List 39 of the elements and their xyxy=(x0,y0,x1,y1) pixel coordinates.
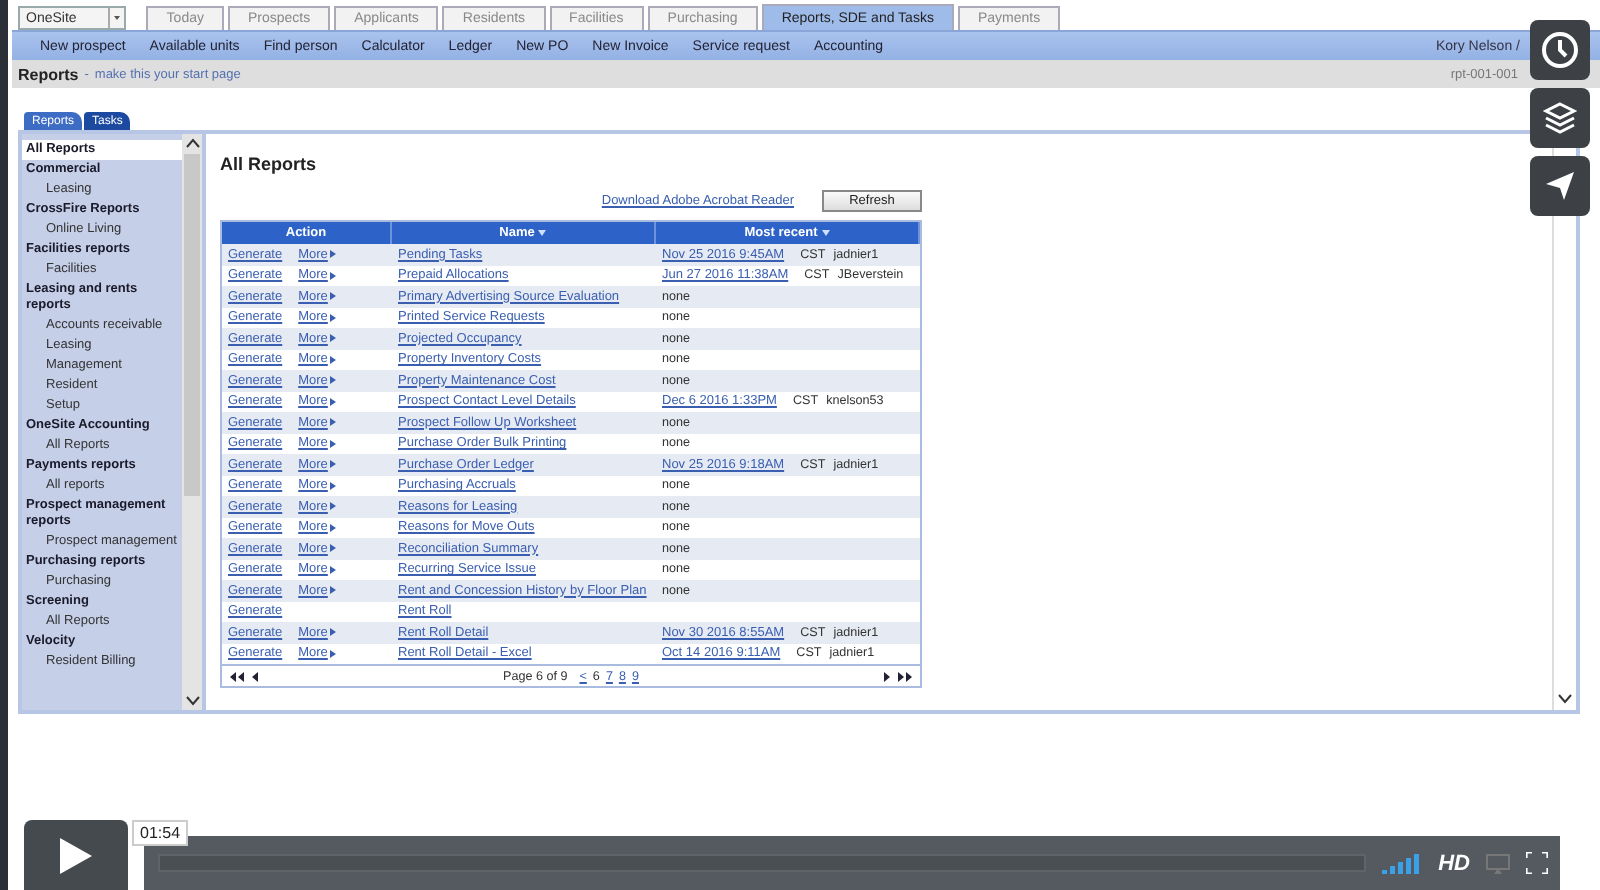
caret-icon xyxy=(114,16,121,20)
scroll-down-icon[interactable] xyxy=(185,696,199,706)
triangle-icon xyxy=(329,418,336,427)
next-page-icon[interactable] xyxy=(884,671,890,681)
volume-icon[interactable] xyxy=(1382,852,1423,874)
first-page-icon[interactable] xyxy=(230,671,244,681)
play-icon xyxy=(60,837,92,873)
triangle-icon xyxy=(329,628,336,637)
triangle-icon xyxy=(329,439,336,448)
triangle-icon xyxy=(329,523,336,532)
fullscreen-icon[interactable] xyxy=(1526,852,1548,874)
page-title: Reports xyxy=(18,65,79,83)
triangle-icon xyxy=(329,481,336,490)
triangle-icon xyxy=(329,649,336,658)
time-tooltip: 01:54 xyxy=(132,820,189,846)
triangle-icon xyxy=(329,355,336,364)
triangle-icon xyxy=(329,397,336,406)
previous-page-icon[interactable] xyxy=(252,671,258,681)
layers-icon[interactable] xyxy=(1530,88,1590,148)
triangle-icon xyxy=(329,565,336,574)
triangle-icon xyxy=(329,313,336,322)
triangle-icon xyxy=(329,586,336,595)
hd-toggle[interactable]: HD xyxy=(1438,851,1470,875)
scrollbar[interactable] xyxy=(182,134,202,710)
triangle-icon xyxy=(329,250,336,259)
triangle-icon xyxy=(329,544,336,553)
triangle-icon xyxy=(329,334,336,343)
last-page-icon[interactable] xyxy=(898,671,912,681)
play-button[interactable] xyxy=(24,820,128,890)
scroll-up-icon[interactable] xyxy=(185,138,199,148)
send-icon[interactable] xyxy=(1530,156,1590,216)
triangle-icon xyxy=(329,292,336,301)
scroll-down-icon[interactable] xyxy=(1558,694,1572,704)
clock-icon[interactable] xyxy=(1530,20,1590,80)
triangle-icon xyxy=(329,376,336,385)
triangle-icon xyxy=(329,460,336,469)
triangle-icon xyxy=(329,271,336,280)
content-heading: All Reports xyxy=(220,154,319,174)
triangle-icon xyxy=(329,502,336,511)
